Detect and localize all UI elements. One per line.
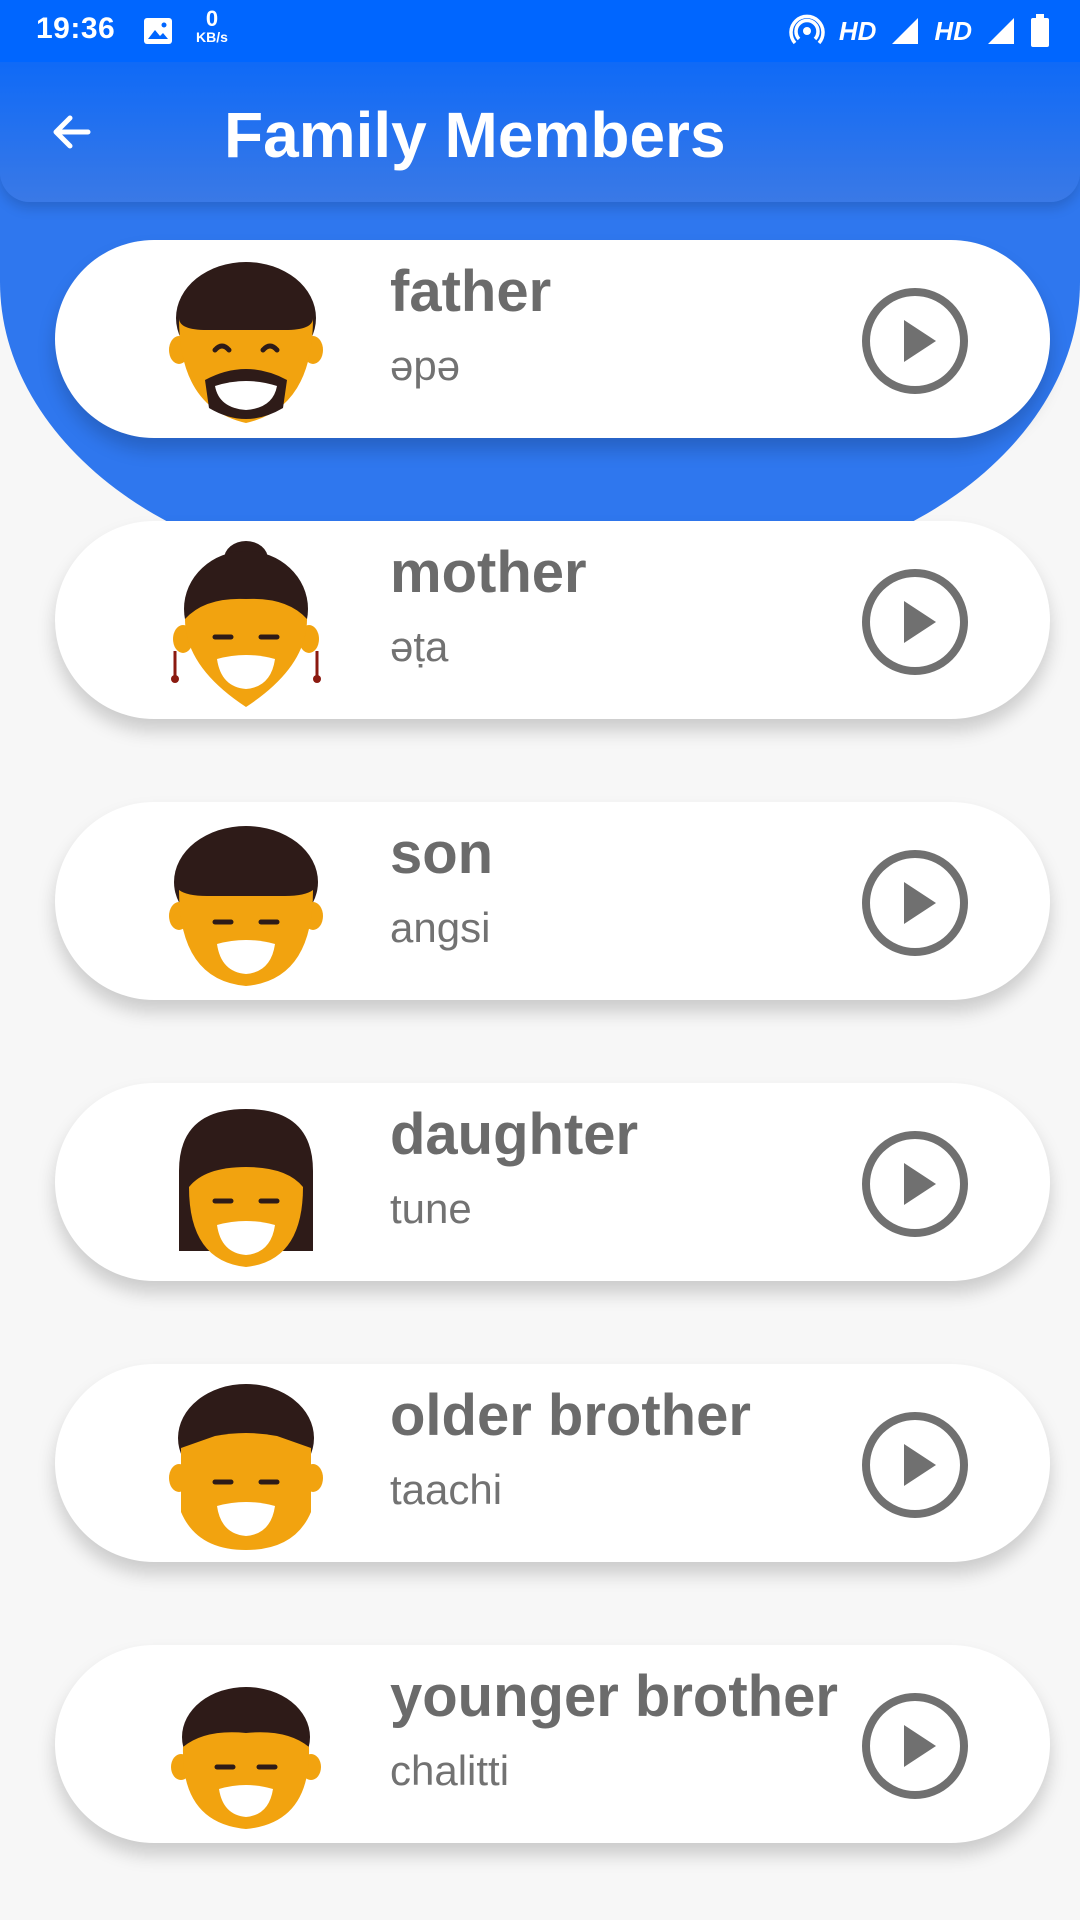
word-english: younger brother xyxy=(390,1664,838,1729)
app-bar: Family Members xyxy=(0,62,1080,202)
daughter-face-icon xyxy=(179,1109,313,1267)
status-bar: 19:36 0 KB/s HD HD xyxy=(0,0,1080,62)
hd-label: HD xyxy=(838,15,877,46)
word-english: mother xyxy=(390,540,587,605)
list-item[interactable]: daughter tune xyxy=(55,1083,1050,1281)
hotspot-icon xyxy=(789,14,825,45)
back-button[interactable] xyxy=(38,98,106,166)
play-icon[interactable] xyxy=(860,1410,970,1520)
son-face-icon xyxy=(169,826,323,986)
word-translation: əpə xyxy=(390,342,461,389)
word-english: father xyxy=(390,259,552,324)
list-item[interactable]: younger brother chalitti xyxy=(55,1645,1050,1843)
word-english: daughter xyxy=(390,1102,639,1167)
younger-brother-face-icon xyxy=(171,1687,321,1829)
page-title: Family Members xyxy=(224,99,726,171)
signal-icon xyxy=(988,18,1014,44)
battery-icon xyxy=(1031,14,1049,47)
play-icon[interactable] xyxy=(860,1691,970,1801)
play-icon[interactable] xyxy=(860,567,970,677)
word-translation: chalitti xyxy=(390,1747,510,1794)
word-english: son xyxy=(390,821,494,886)
word-translation: əṭa xyxy=(390,623,449,670)
word-translation: tune xyxy=(390,1185,472,1232)
list-item[interactable]: son angsi xyxy=(55,802,1050,1000)
word-translation: taachi xyxy=(390,1466,503,1513)
word-translation: angsi xyxy=(390,904,491,951)
play-icon[interactable] xyxy=(860,848,970,958)
signal-icon xyxy=(892,18,919,44)
older-brother-face-icon xyxy=(169,1384,323,1550)
word-english: older brother xyxy=(390,1383,751,1448)
image-notification-icon xyxy=(144,18,172,44)
status-icons: HD HD xyxy=(789,12,1050,50)
list-item[interactable]: mother əṭa xyxy=(55,521,1050,719)
list-item[interactable]: older brother taachi xyxy=(55,1364,1050,1562)
play-icon[interactable] xyxy=(860,286,970,396)
list-item[interactable]: father əpə xyxy=(55,240,1050,438)
arrow-left-icon xyxy=(53,115,91,149)
father-face-icon xyxy=(169,262,323,423)
network-speed-unit: KB/s xyxy=(196,29,228,45)
status-time: 19:36 xyxy=(36,12,116,45)
network-speed-value: 0 xyxy=(205,6,219,31)
play-icon[interactable] xyxy=(860,1129,970,1239)
network-speed: 0 KB/s xyxy=(190,6,234,45)
hd-label: HD xyxy=(934,15,972,46)
mother-face-icon xyxy=(171,541,321,707)
